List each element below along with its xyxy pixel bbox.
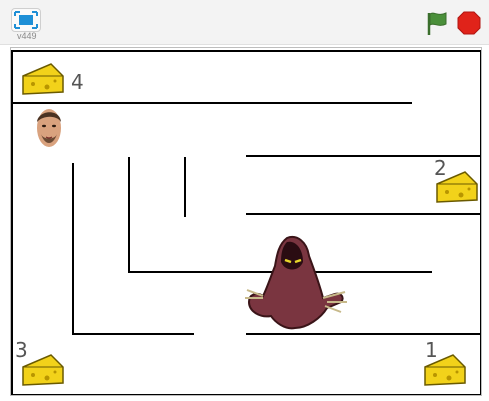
green-flag-icon <box>427 12 447 35</box>
cheese-icon <box>436 171 478 203</box>
cheese-icon <box>22 354 64 386</box>
green-flag-button[interactable] <box>425 10 449 36</box>
face-icon <box>37 109 61 147</box>
version-label: v449 <box>17 31 37 41</box>
cheese-3 <box>21 353 65 392</box>
cheese-2 <box>435 170 479 209</box>
game-stage[interactable]: 4 2 3 1 <box>10 47 482 396</box>
maze-walls <box>11 50 481 395</box>
cheese-icon <box>424 354 466 386</box>
ghost-enemy[interactable] <box>241 232 351 337</box>
stop-icon <box>457 11 481 35</box>
player-sprite[interactable] <box>35 106 63 155</box>
cheese-icon <box>22 63 64 95</box>
player-toolbar: v449 <box>0 0 489 45</box>
hooded-ghost-icon <box>245 236 347 330</box>
fullscreen-icon <box>14 11 38 29</box>
stop-button[interactable] <box>457 11 481 35</box>
cheese-4 <box>21 62 65 101</box>
cheese-label-4: 4 <box>71 70 84 94</box>
fullscreen-button[interactable] <box>11 8 41 32</box>
cheese-1 <box>423 353 467 392</box>
